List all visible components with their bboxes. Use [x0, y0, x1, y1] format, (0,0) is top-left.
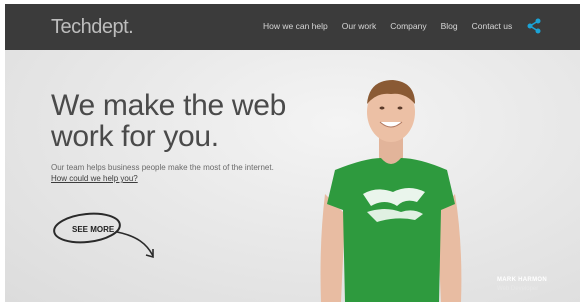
- site-logo[interactable]: Techdept.: [51, 16, 134, 39]
- arrow-icon: [116, 231, 154, 257]
- share-icon[interactable]: [527, 18, 541, 34]
- nav-company[interactable]: Company: [390, 21, 426, 31]
- hero-tagline: Our team helps business people make the …: [51, 163, 274, 172]
- nav-contact-us[interactable]: Contact us: [472, 21, 513, 31]
- hero-headline: We make the web work for you.: [51, 90, 311, 152]
- how-can-we-help-link[interactable]: How could we help you?: [51, 174, 138, 183]
- caption-role: Web Developer: [497, 286, 539, 292]
- headline-line-2: work for you.: [51, 120, 219, 153]
- nav-how-we-can-help[interactable]: How we can help: [263, 21, 328, 31]
- page: Techdept. How we can help Our work Compa…: [5, 4, 580, 302]
- team-member-photo: [320, 80, 462, 302]
- see-more-label: SEE MORE: [72, 225, 115, 234]
- see-more-button[interactable]: SEE MORE: [49, 206, 169, 264]
- nav-our-work[interactable]: Our work: [342, 21, 376, 31]
- nav-blog[interactable]: Blog: [441, 21, 458, 31]
- caption-name: MARK HARMON: [497, 277, 547, 283]
- main-nav: How we can help Our work Company Blog Co…: [263, 21, 526, 31]
- top-navigation-bar: Techdept. How we can help Our work Compa…: [5, 4, 580, 50]
- headline-line-1: We make the web: [51, 89, 287, 122]
